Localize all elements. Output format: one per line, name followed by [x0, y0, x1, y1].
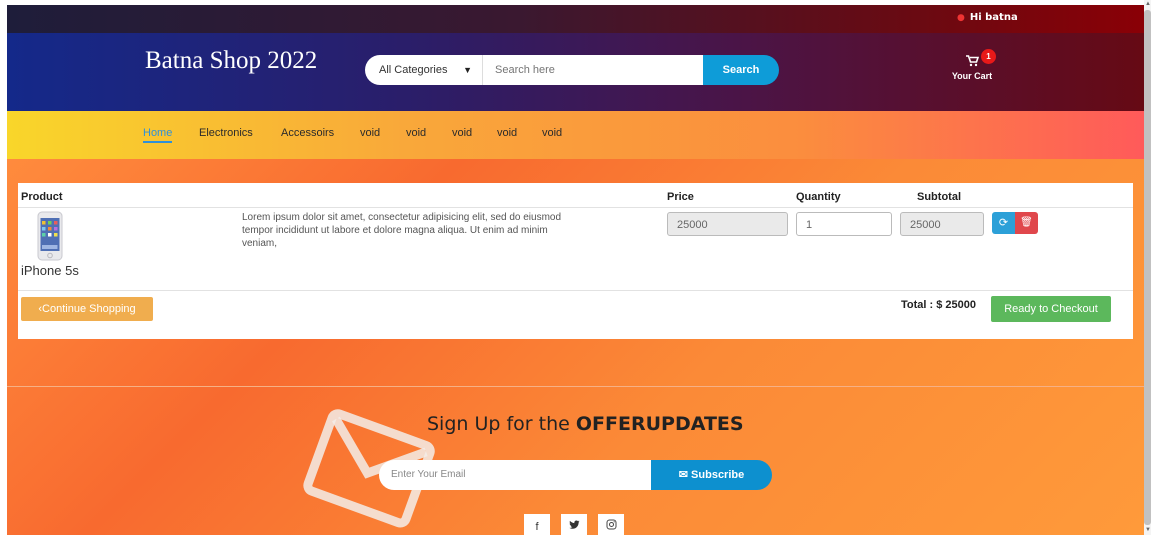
scroll-down-arrow-icon[interactable]: ▼	[1145, 527, 1151, 533]
header-quantity: Quantity	[796, 191, 841, 203]
continue-shopping-label: Continue Shopping	[42, 303, 136, 315]
checkout-button[interactable]: Ready to Checkout	[991, 296, 1111, 322]
nav-item-accessoirs[interactable]: Accessoirs	[281, 127, 334, 139]
quantity-input[interactable]: 1	[796, 212, 892, 236]
category-select-value: All Categories	[379, 64, 448, 76]
header-divider	[18, 207, 1133, 208]
subscribe-button[interactable]: ✉ Subscribe	[651, 460, 772, 490]
search-button[interactable]: Search	[703, 55, 779, 85]
nav-item-void-4[interactable]: void	[497, 127, 517, 139]
user-greeting[interactable]: ● Hi batna	[957, 12, 1018, 23]
newsletter-highlight: OFFERUPDATES	[575, 413, 744, 435]
nav-item-home[interactable]: Home	[143, 127, 173, 143]
subtotal-field: 25000	[900, 212, 984, 236]
refresh-button[interactable]: ⟳	[992, 212, 1015, 234]
cart-total: Total : $ 25000	[901, 299, 976, 311]
header-subtotal: Subtotal	[917, 191, 961, 203]
category-select[interactable]: All Categories ▼	[365, 55, 483, 85]
newsletter-prefix: Sign Up for the	[427, 413, 576, 435]
newsletter-email-input[interactable]: Enter Your Email	[379, 460, 651, 490]
nav-item-void-3[interactable]: void	[452, 127, 472, 139]
cart-count-badge: 1	[981, 49, 996, 64]
greeting-text: Hi batna	[969, 12, 1018, 23]
cart-table: Product Price Quantity Subtotal iPhone 5…	[18, 183, 1133, 339]
delete-button[interactable]: 🗑	[1015, 212, 1038, 234]
product-image[interactable]	[35, 211, 65, 261]
section-divider	[7, 386, 1144, 387]
nav-item-void-5[interactable]: void	[542, 127, 562, 139]
user-icon: ●	[957, 13, 965, 23]
twitter-icon[interactable]	[561, 514, 587, 535]
price-field: 25000	[667, 212, 788, 236]
nav-item-void-2[interactable]: void	[406, 127, 426, 139]
scroll-up-arrow-icon[interactable]: ▲	[1145, 1, 1151, 7]
newsletter-heading: Sign Up for the OFFERUPDATES	[427, 413, 744, 435]
header: Batna Shop 2022 All Categories ▼ Search …	[7, 33, 1144, 113]
trash-icon: 🗑	[1020, 217, 1033, 228]
header-product: Product	[21, 191, 63, 203]
scrollbar-thumb[interactable]	[1144, 10, 1151, 525]
product-name[interactable]: iPhone 5s	[21, 263, 79, 278]
footer-divider	[18, 290, 1133, 291]
facebook-icon[interactable]: f	[524, 514, 550, 535]
instagram-icon[interactable]	[598, 514, 624, 535]
cart-label: Your Cart	[951, 71, 993, 81]
search-input[interactable]	[483, 55, 703, 85]
chevron-down-icon: ▼	[463, 65, 472, 75]
search-bar: All Categories ▼ Search	[365, 55, 779, 85]
main-nav: Home Electronics Accessoirs void void vo…	[7, 111, 1144, 159]
refresh-icon: ⟳	[998, 217, 1009, 229]
nav-item-void-1[interactable]: void	[360, 127, 380, 139]
main-content: Product Price Quantity Subtotal iPhone 5…	[7, 159, 1144, 535]
header-price: Price	[667, 191, 694, 203]
top-bar: ● Hi batna	[7, 5, 1144, 33]
subscribe-label: Subscribe	[691, 469, 745, 481]
nav-item-electronics[interactable]: Electronics	[199, 127, 253, 139]
cart-button[interactable]: 1 Your Cart	[947, 49, 997, 81]
continue-shopping-button[interactable]: ‹Continue Shopping	[21, 297, 153, 321]
product-description: Lorem ipsum dolor sit amet, consectetur …	[242, 212, 562, 249]
envelope-small-icon: ✉	[678, 469, 688, 481]
brand-logo[interactable]: Batna Shop 2022	[145, 47, 317, 75]
page: ● Hi batna Batna Shop 2022 All Categories…	[7, 5, 1144, 535]
